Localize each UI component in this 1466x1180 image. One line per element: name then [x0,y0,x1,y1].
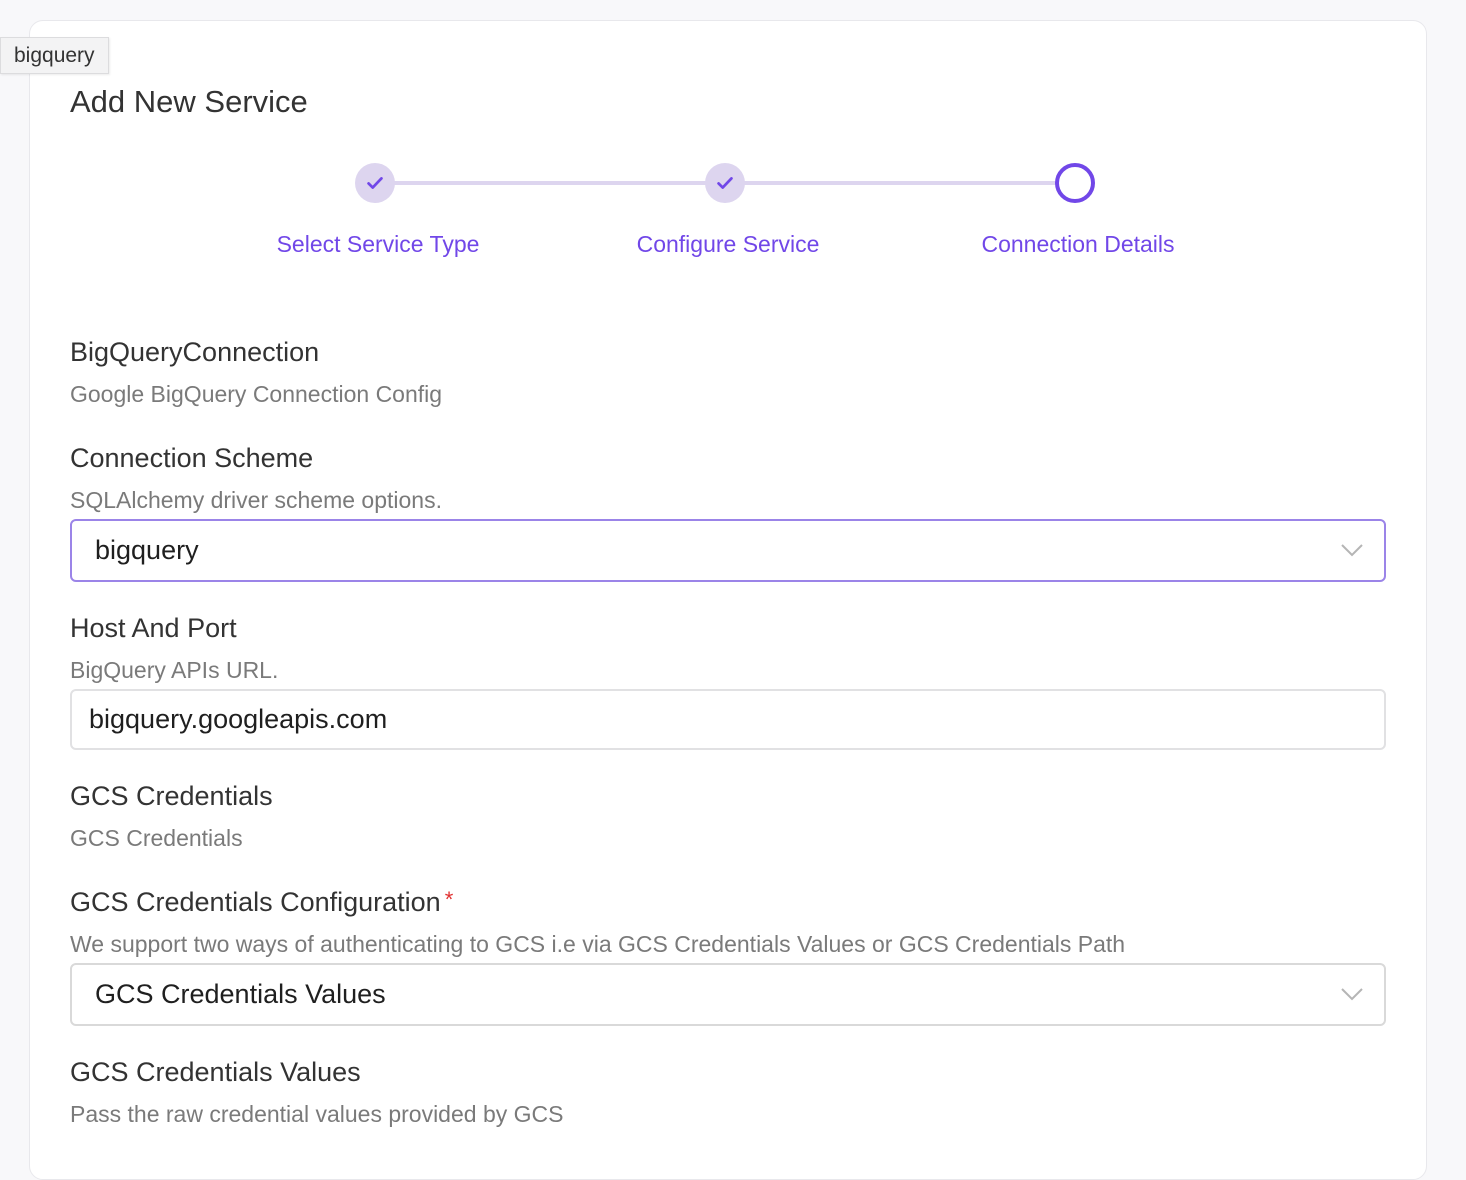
host-port-label: Host And Port [70,613,237,643]
check-icon [717,177,733,189]
connection-scheme-description: SQLAlchemy driver scheme options. [70,487,442,513]
tooltip: bigquery [0,37,109,74]
gcs-config-label: GCS Credentials Configuration [70,887,441,917]
step-1-completed-marker [355,163,395,203]
step-connector-2 [744,181,1056,185]
gcs-config-description: We support two ways of authenticating to… [70,931,1126,957]
gcs-config-selected-value: GCS Credentials Values [95,979,386,1009]
gcs-config-select[interactable]: GCS Credentials Values [70,963,1386,1026]
step-connector-1 [394,181,706,185]
page-title: Add New Service [70,84,308,119]
step-3-active-marker [1055,163,1095,203]
connection-section-title: BigQueryConnection [70,337,320,367]
gcs-values-description: Pass the raw credential values provided … [70,1101,564,1127]
step-label-configure-service: Configure Service [636,231,820,257]
host-port-input[interactable] [70,689,1386,750]
gcs-credentials-description: GCS Credentials [70,825,243,851]
connection-scheme-select[interactable]: bigquery [70,519,1386,582]
step-2-completed-marker [705,163,745,203]
host-port-description: BigQuery APIs URL. [70,657,279,683]
chevron-down-icon [1341,988,1363,1001]
gcs-config-label-row: GCS Credentials Configuration * [70,887,453,918]
required-indicator: * [444,887,454,912]
chevron-down-icon [1341,544,1363,557]
connection-scheme-selected-value: bigquery [95,535,199,565]
step-label-connection-details: Connection Details [981,231,1175,257]
check-icon [367,177,383,189]
connection-section-description: Google BigQuery Connection Config [70,381,443,407]
gcs-credentials-title: GCS Credentials [70,781,273,811]
gcs-values-title: GCS Credentials Values [70,1057,361,1087]
connection-scheme-label: Connection Scheme [70,443,314,473]
step-label-select-service-type: Select Service Type [276,231,480,257]
